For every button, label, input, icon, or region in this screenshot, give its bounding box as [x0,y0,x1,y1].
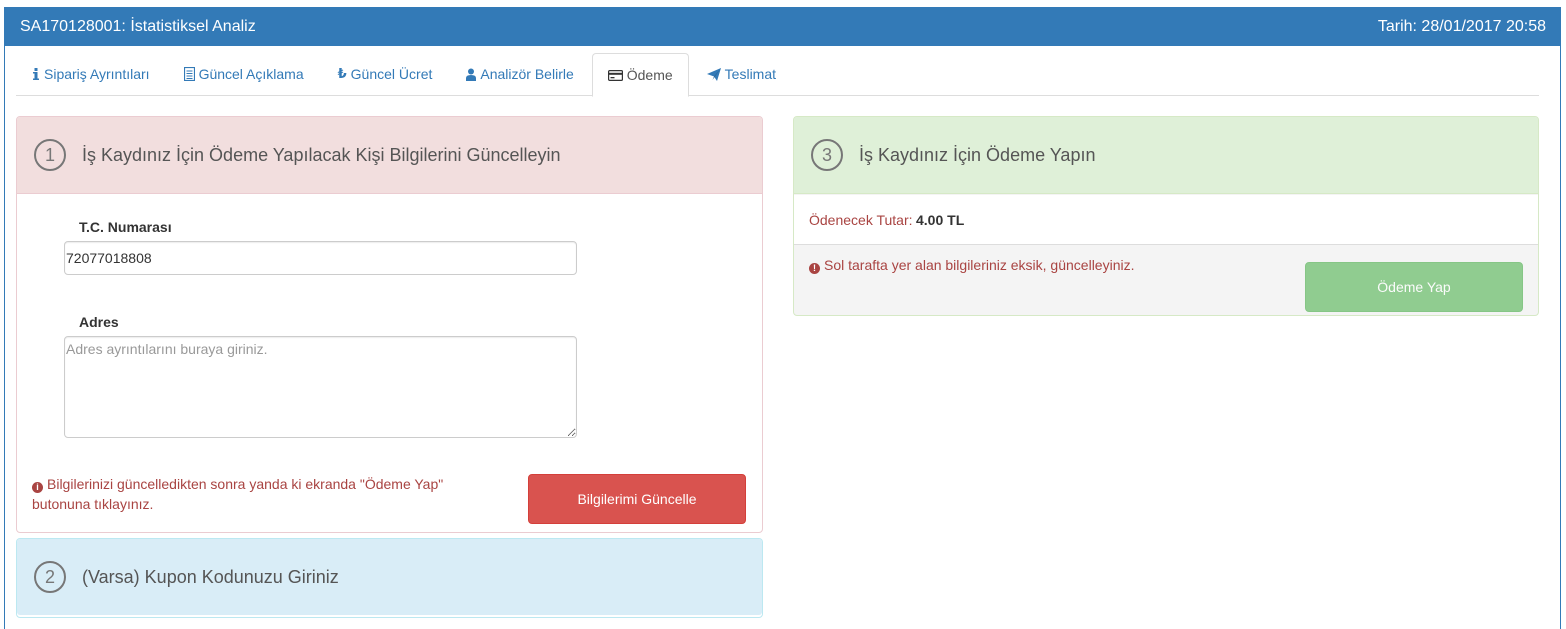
step-number: 3 [811,139,843,171]
coupon-title: (Varsa) Kupon Kodunuzu Giriniz [82,566,339,587]
page-title: SA170128001: İstatistiksel Analiz [20,18,256,35]
payment-panel: 3 İş Kaydınız İçin Ödeme Yapın Ödenecek … [793,116,1539,316]
amount-value: 4.00 TL [916,212,965,228]
tab-label: Güncel Açıklama [198,66,304,82]
tab-label: Güncel Ücret [350,66,433,82]
tab-analizor-belirle[interactable]: Analizör Belirle [450,53,589,95]
step-number: 1 [34,139,66,171]
info-icon [32,68,40,80]
update-info-button[interactable]: Bilgilerimi Güncelle [528,474,746,524]
tab-label: Sipariş Ayrıntıları [44,66,150,82]
lira-icon: ₺ [337,66,347,81]
person-info-title: İş Kaydınız İçin Ödeme Yapılacak Kişi Bi… [82,144,561,165]
address-textarea[interactable] [64,336,577,438]
amount-label: Ödenecek Tutar: [809,212,913,228]
coupon-panel[interactable]: 2 (Varsa) Kupon Kodunuzu Giriniz [16,538,763,618]
tc-label: T.C. Numarası [79,219,172,235]
tab-label: Teslimat [724,66,777,82]
person-info-header: 1 İş Kaydınız İçin Ödeme Yapılacak Kişi … [17,117,762,194]
exclamation-circle-icon: ! [809,262,820,274]
warning-text: Sol tarafta yer alan bilgileriniz eksik,… [824,257,1135,273]
person-info-panel: 1 İş Kaydınız İçin Ödeme Yapılacak Kişi … [16,116,763,533]
note-line-1: Bilgilerinizi güncelledikten sonra yanda… [47,476,444,492]
tab-bar: Sipariş Ayrıntıları Güncel Açıklama ₺ Gü… [16,53,1539,97]
pay-button[interactable]: Ödeme Yap [1305,262,1523,312]
tab-teslimat[interactable]: Teslimat [691,53,792,95]
tab-guncel-ucret[interactable]: ₺ Güncel Ücret [322,53,449,95]
missing-info-warning: ! Sol tarafta yer alan bilgileriniz eksik… [809,255,1134,275]
tab-odeme[interactable]: Ödeme [591,53,689,97]
user-icon [466,68,477,81]
tab-label: Analizör Belirle [480,66,574,82]
tab-guncel-aciklama[interactable]: Güncel Açıklama [168,53,320,95]
update-info-note: i Bilgilerinizi güncelledikten sonra yand… [32,474,472,514]
payment-title: İş Kaydınız İçin Ödeme Yapın [859,144,1096,165]
send-icon [706,67,721,81]
amount-row: Ödenecek Tutar: 4.00 TL [794,195,1538,245]
address-label: Adres [79,314,119,330]
tab-label: Ödeme [626,67,673,83]
tc-number-input[interactable] [64,241,577,275]
step-number: 2 [34,561,66,593]
credit-card-icon [607,69,623,81]
date-label: Tarih: 28/01/2017 20:58 [1377,18,1546,35]
payment-header: 3 İş Kaydınız İçin Ödeme Yapın [794,117,1538,194]
tab-siparis-ayrintilari[interactable]: Sipariş Ayrıntıları [16,53,166,95]
info-circle-icon: i [32,481,43,493]
note-line-2: butonuna tıklayınız. [32,496,154,512]
panel-header: SA170128001: İstatistiksel Analiz Tarih:… [5,8,1560,46]
document-icon [183,67,195,81]
coupon-header[interactable]: 2 (Varsa) Kupon Kodunuzu Giriniz [17,539,762,615]
